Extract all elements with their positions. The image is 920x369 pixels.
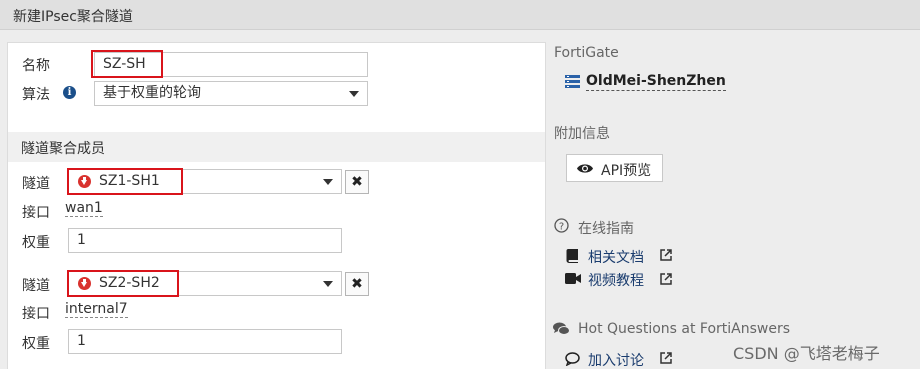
remove-member-button[interactable]: ✖ [345,272,369,296]
interface-value[interactable]: internal7 [65,301,128,318]
remove-member-button[interactable]: ✖ [345,170,369,194]
docs-link[interactable]: 相关文档 [588,247,644,267]
fortigate-device-icon [565,75,580,88]
chevron-down-icon [349,91,359,97]
eye-icon [577,164,593,173]
members-section-header: 隧道聚合成员 [8,132,545,162]
interface-label: 接口 [22,205,50,221]
device-name-link[interactable]: OldMei-ShenZhen [586,73,726,91]
form-panel: 名称 SZ-SH 算法 i 基于权重的轮询 隧道聚合成员 隧道 SZ1-SH1 … [7,42,546,369]
interface-label: 接口 [22,306,50,322]
csdn-watermark: CSDN @飞塔老梅子 [733,344,880,363]
video-tutorial-link[interactable]: 视频教程 [588,270,644,290]
chevron-down-icon [323,281,333,287]
tunnel-value: SZ1-SH1 [99,173,160,189]
algorithm-label: 算法 [22,87,50,103]
tunnel-select-2[interactable]: SZ2-SH2 [67,271,342,296]
svg-text:?: ? [559,222,564,233]
name-input[interactable]: SZ-SH [94,52,368,77]
interface-value[interactable]: wan1 [65,200,103,217]
comment-icon [565,352,580,366]
external-link-icon[interactable] [660,249,672,261]
weight-input-1[interactable]: 1 [68,228,342,253]
online-guide-label: 在线指南 [578,221,634,237]
members-section-title: 隧道聚合成员 [21,141,105,157]
api-preview-button[interactable]: API预览 [566,154,663,182]
algorithm-value: 基于权重的轮询 [103,85,201,101]
tunnel-value: SZ2-SH2 [99,275,160,291]
algorithm-select[interactable]: 基于权重的轮询 [94,81,368,106]
book-icon [566,249,578,263]
info-icon[interactable]: i [63,86,76,99]
additional-info-label: 附加信息 [554,126,610,142]
window-titlebar: 新建IPsec聚合隧道 [0,0,920,30]
name-label: 名称 [22,58,50,74]
tunnel-down-status-icon [78,277,91,290]
question-circle-icon: ? [554,218,569,233]
weight-input-2[interactable]: 1 [68,329,342,354]
hot-questions-label: Hot Questions at FortiAnswers [578,321,791,337]
tunnel-label: 隧道 [22,176,50,192]
external-link-icon[interactable] [660,273,672,285]
api-preview-label: API预览 [601,163,652,179]
tunnel-down-status-icon [78,175,91,188]
comments-icon [553,322,570,335]
window-title: 新建IPsec聚合隧道 [13,9,133,25]
tunnel-label: 隧道 [22,278,50,294]
join-discussion-link[interactable]: 加入讨论 [588,350,644,369]
fortigate-label: FortiGate [554,45,619,61]
chevron-down-icon [323,179,333,185]
video-camera-icon [565,273,581,284]
weight-label: 权重 [22,235,50,251]
weight-label: 权重 [22,336,50,352]
external-link-icon[interactable] [660,352,672,364]
tunnel-select-1[interactable]: SZ1-SH1 [67,169,342,194]
